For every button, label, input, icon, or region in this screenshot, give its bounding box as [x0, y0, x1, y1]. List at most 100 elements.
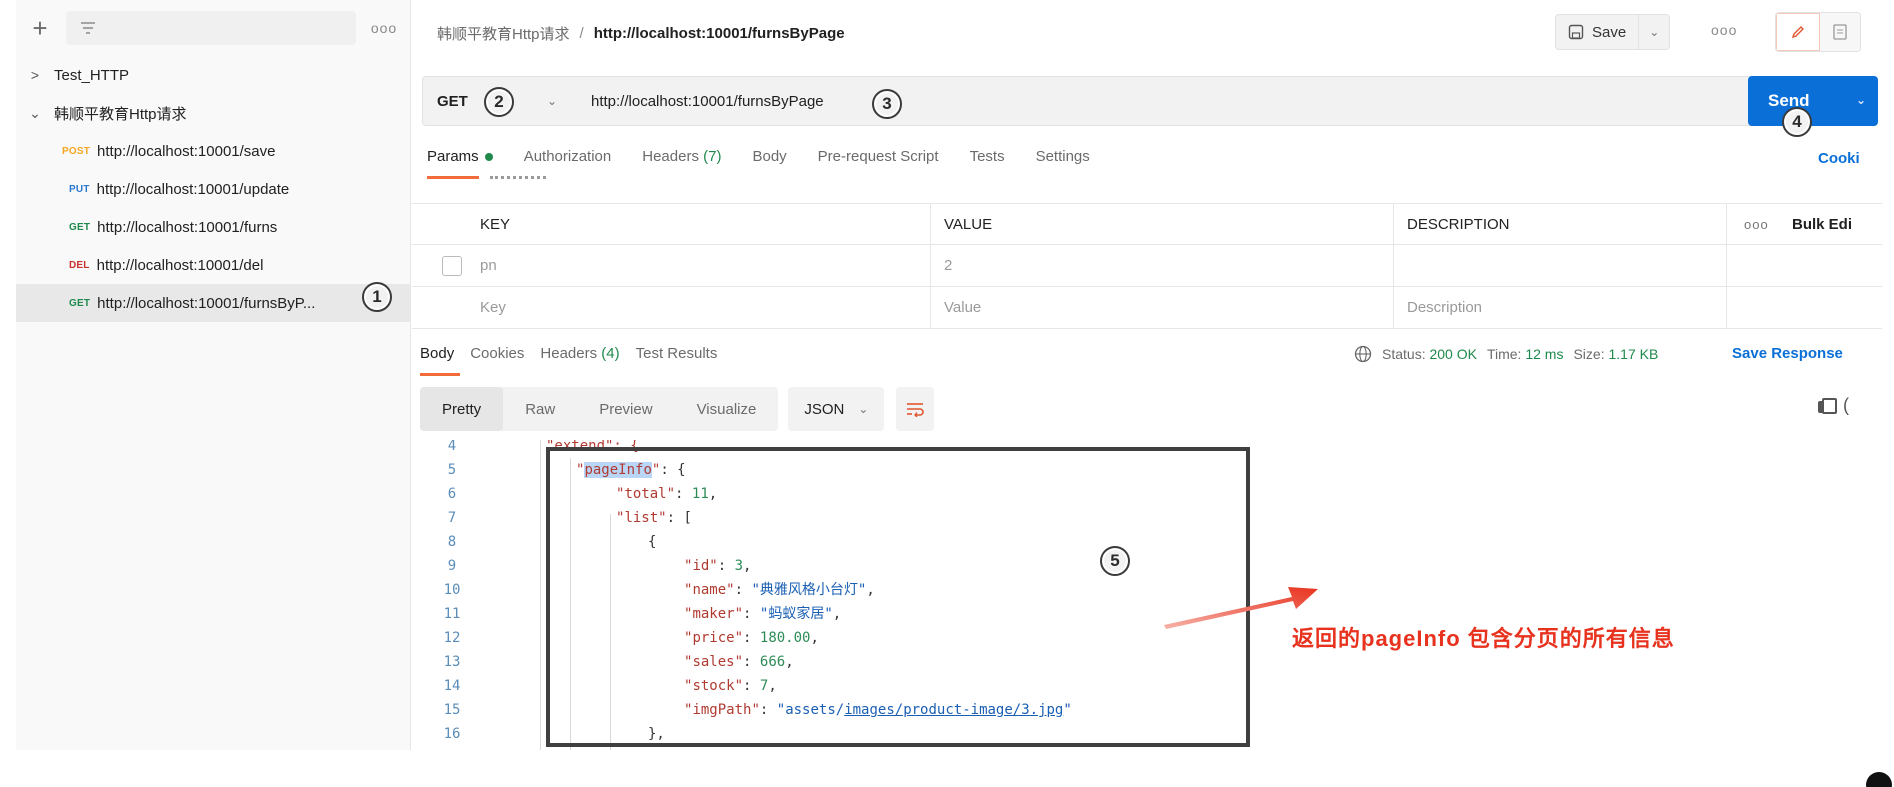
add-icon[interactable]: +: [28, 15, 52, 41]
method-tag: PUT: [69, 183, 90, 195]
save-icon: [1568, 24, 1584, 40]
annotation-badge-3: 3: [872, 89, 902, 119]
size-text: Size: 1.17 KB: [1573, 346, 1659, 362]
divider: [490, 176, 546, 180]
more-options-icon[interactable]: ooo: [370, 20, 398, 36]
collection-hsp-http[interactable]: ⌄ 韩顺平教育Http请求: [16, 94, 410, 132]
table-row-new: Key Value Description: [412, 287, 1882, 329]
request-header: 韩顺平教育Http请求 / http://localhost:10001/fur…: [415, 0, 1894, 66]
save-button[interactable]: Save: [1556, 15, 1638, 49]
new-description-input[interactable]: Description: [1407, 299, 1482, 316]
sidebar-request-save[interactable]: POST http://localhost:10001/save: [16, 132, 410, 170]
tab-settings[interactable]: Settings: [1036, 148, 1090, 165]
active-tab-underline: [427, 176, 479, 179]
mode-visualize[interactable]: Visualize: [675, 387, 779, 431]
sidebar-toolbar: + ooo: [16, 0, 410, 56]
annotation-highlight-box: [546, 447, 1250, 747]
breadcrumb-parent[interactable]: 韩顺平教育Http请求: [437, 23, 570, 44]
param-enable-checkbox[interactable]: [442, 255, 462, 276]
tab-headers[interactable]: Headers (7): [642, 148, 721, 165]
table-row: pn 2: [412, 245, 1882, 287]
tab-response-body[interactable]: Body: [420, 345, 454, 362]
format-value: JSON: [804, 400, 845, 418]
url-input[interactable]: http://localhost:10001/furnsByPage: [591, 93, 824, 110]
format-select[interactable]: JSON ⌄: [788, 387, 885, 431]
annotation-badge-1: 1: [362, 282, 392, 312]
send-button[interactable]: Send ⌄: [1748, 76, 1878, 126]
request-url: http://localhost:10001/update: [96, 180, 290, 198]
chevron-down-icon[interactable]: ⌄: [1638, 15, 1669, 49]
line-number: 9: [447, 558, 457, 574]
search-icon[interactable]: (: [1843, 395, 1849, 416]
request-url: http://localhost:10001/furnsByP...: [97, 294, 316, 312]
time-text: Time: 12 ms: [1486, 346, 1564, 362]
annotation-badge-2: 2: [484, 87, 514, 117]
format-modes: Pretty Raw Preview Visualize: [420, 387, 779, 431]
col-key-header: KEY: [480, 215, 511, 233]
sidebar-request-del[interactable]: DEL http://localhost:10001/del: [16, 246, 410, 284]
filter-input[interactable]: [66, 11, 356, 45]
tab-response-cookies[interactable]: Cookies: [470, 345, 524, 362]
edit-pencil-icon[interactable]: [1776, 13, 1820, 51]
collection-label: 韩顺平教育Http请求: [54, 105, 187, 123]
col-value-header: VALUE: [944, 215, 993, 233]
collection-label: Test_HTTP: [54, 66, 130, 84]
tab-prerequest-script[interactable]: Pre-request Script: [818, 148, 939, 165]
tab-test-results[interactable]: Test Results: [636, 345, 718, 362]
wrap-lines-icon[interactable]: [896, 387, 935, 431]
request-url: http://localhost:10001/furns: [97, 218, 278, 236]
view-toggle: [1775, 12, 1861, 52]
line-number: 6: [447, 486, 457, 502]
cookies-link[interactable]: Cooki: [1818, 150, 1860, 167]
sidebar-request-furns-by-page[interactable]: GET http://localhost:10001/furnsByP...: [16, 284, 410, 322]
new-value-input[interactable]: Value: [944, 299, 981, 316]
more-options-icon[interactable]: ooo: [1711, 22, 1737, 38]
bulk-edit-button[interactable]: Bulk Edi: [1792, 216, 1852, 233]
chevron-down-icon: ⌄: [29, 104, 41, 121]
collection-test-http[interactable]: > Test_HTTP: [16, 56, 410, 94]
response-status: Status: 200 OK Time: 12 ms Size: 1.17 KB: [1354, 345, 1658, 363]
tab-body[interactable]: Body: [752, 148, 786, 165]
mode-preview[interactable]: Preview: [577, 387, 674, 431]
url-bar: GET ⌄ http://localhost:10001/furnsByPage: [422, 76, 1756, 126]
documentation-icon[interactable]: [1820, 13, 1860, 51]
filter-icon: [81, 22, 95, 34]
chevron-down-icon: ⌄: [858, 402, 869, 416]
copy-icon[interactable]: [1818, 398, 1837, 414]
breadcrumb-current: http://localhost:10001/furnsByPage: [593, 24, 845, 42]
param-key[interactable]: pn: [480, 257, 497, 274]
save-response-button[interactable]: Save Response: [1732, 345, 1843, 362]
line-number: 8: [447, 534, 457, 550]
sidebar-request-update[interactable]: PUT http://localhost:10001/update: [16, 170, 410, 208]
annotation-badge-5: 5: [1100, 546, 1130, 576]
chevron-down-icon[interactable]: ⌄: [547, 94, 557, 108]
line-number: 7: [447, 510, 457, 526]
annotation-badge-4: 4: [1782, 107, 1812, 137]
sidebar-request-furns[interactable]: GET http://localhost:10001/furns: [16, 208, 410, 246]
method-tag: GET: [69, 297, 91, 309]
tab-response-headers[interactable]: Headers (4): [540, 345, 619, 362]
chevron-down-icon[interactable]: ⌄: [1856, 93, 1866, 107]
tab-params[interactable]: Params: [427, 148, 493, 165]
request-url: http://localhost:10001/save: [97, 142, 276, 160]
globe-icon[interactable]: [1354, 345, 1372, 363]
active-tab-underline: [420, 373, 460, 376]
mode-pretty[interactable]: Pretty: [420, 387, 504, 431]
line-number: 13: [443, 654, 461, 670]
new-key-input[interactable]: Key: [480, 299, 506, 316]
col-description-header: DESCRIPTION: [1407, 215, 1510, 233]
breadcrumb-separator: /: [579, 24, 584, 42]
mode-raw[interactable]: Raw: [503, 387, 577, 431]
format-bar: Pretty Raw Preview Visualize JSON ⌄: [420, 387, 935, 431]
line-number: 14: [443, 678, 461, 694]
param-value[interactable]: 2: [944, 257, 952, 274]
request-tabs: Params Authorization Headers (7) Body Pr…: [427, 148, 1090, 165]
tab-tests[interactable]: Tests: [970, 148, 1005, 165]
params-table: KEY VALUE DESCRIPTION ooo Bulk Edi pn 2 …: [412, 203, 1882, 329]
more-options-icon[interactable]: ooo: [1744, 217, 1769, 232]
sidebar: + ooo > Test_HTTP ⌄ 韩顺平教育Http请求 POST htt…: [16, 0, 411, 750]
line-number: 10: [443, 582, 461, 598]
line-number: 11: [443, 606, 461, 622]
line-number: 15: [443, 702, 461, 718]
tab-authorization[interactable]: Authorization: [524, 148, 612, 165]
